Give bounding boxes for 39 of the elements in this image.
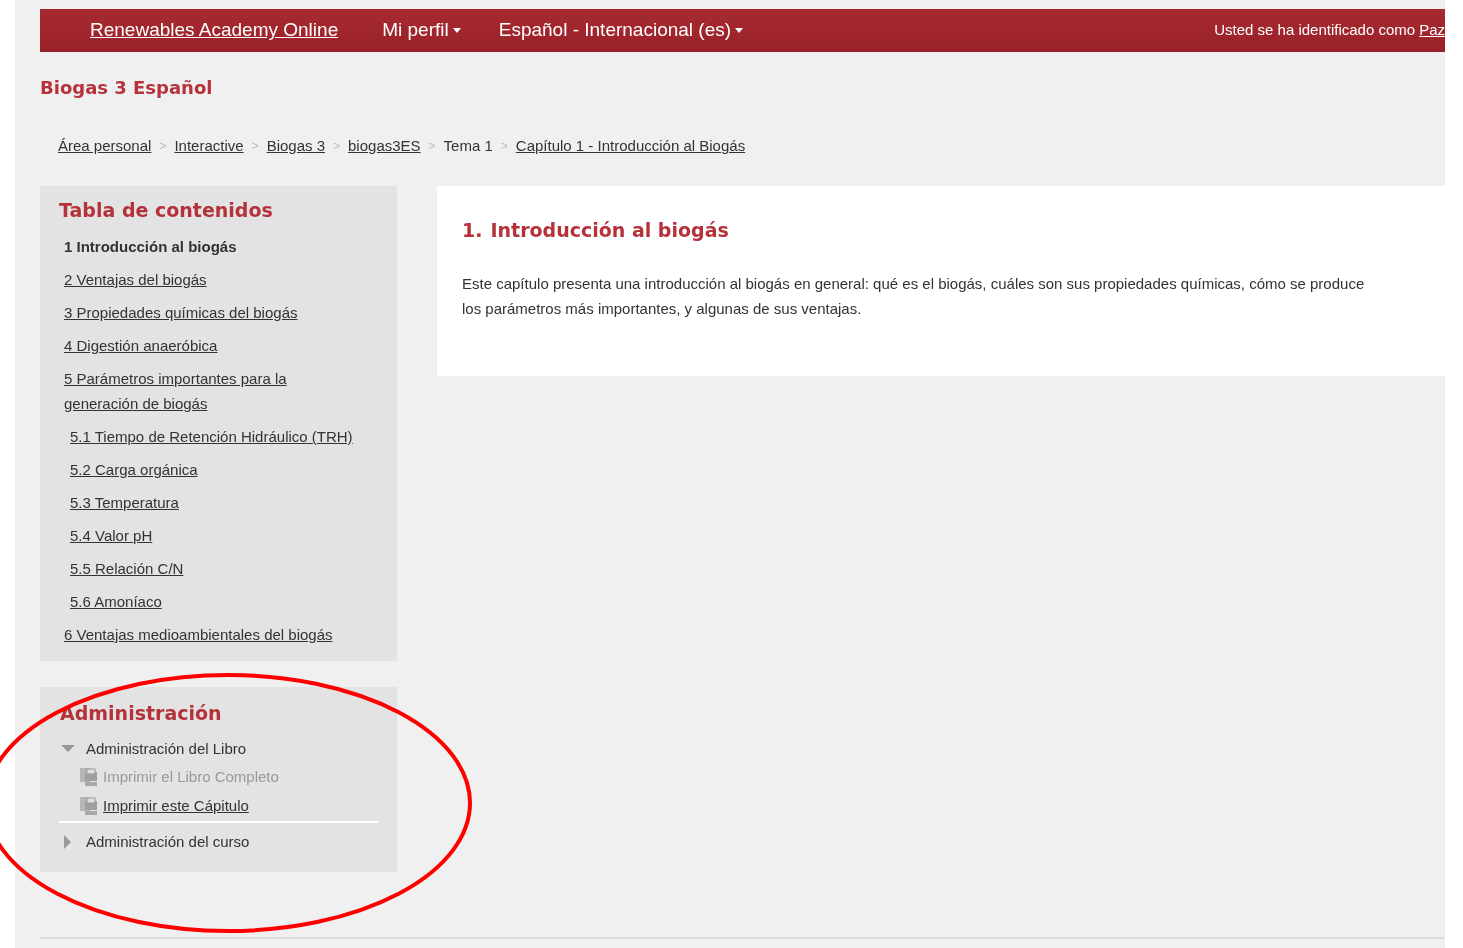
admin-title: Administración — [59, 701, 223, 726]
toc-link[interactable]: 5.3 Temperatura — [70, 490, 179, 515]
menu-dropdown[interactable]: Mi perfil — [382, 16, 461, 45]
brand-link[interactable]: Renewables Academy Online — [90, 16, 339, 45]
admin-section-label[interactable]: Administración del curso — [86, 831, 250, 854]
breadcrumb-separator: > — [251, 138, 259, 156]
breadcrumb-separator: > — [333, 138, 341, 156]
breadcrumb-separator: > — [159, 138, 167, 156]
toc-link[interactable]: 5.2 Carga orgánica — [70, 457, 198, 482]
toc-title: Tabla de contenidos — [58, 197, 274, 223]
user-link[interactable]: Paz — [1419, 19, 1445, 42]
chapter-number: 1. — [462, 217, 483, 243]
toc-link[interactable]: 5.6 Amoníaco — [70, 589, 162, 614]
menu-dropdown[interactable]: Español - Internacional (es) — [498, 16, 744, 45]
course-title: Biogas 3 Español — [40, 76, 214, 100]
breadcrumb-link[interactable]: Interactive — [174, 135, 244, 158]
chapter-text-line: Este capítulo presenta una introducción al biogás en general: qué es el biogás, cuáles son sus propiedades químicas, cómo se produce — [462, 274, 1365, 294]
toc-link[interactable]: 6 Ventajas medioambientales del biogás — [64, 622, 333, 647]
breadcrumb-link[interactable]: Área personal — [58, 135, 152, 158]
admin-link-disabled: Imprimir el Libro Completo — [103, 767, 279, 787]
toc-link[interactable]: 2 Ventajas del biogás — [64, 267, 207, 292]
admin-link[interactable]: Imprimir este Cápitulo — [103, 794, 249, 817]
breadcrumb-link[interactable]: Biogas 3 — [266, 135, 325, 158]
chapter-title: Introducción al biogás — [490, 217, 729, 243]
breadcrumb-link[interactable]: Capítulo 1 - Introducción al Biogás — [515, 135, 746, 158]
toc-current-item: 1 Introducción al biogás — [64, 238, 237, 255]
toc-link[interactable]: 5.1 Tiempo de Retención Hidráulico (TRH) — [70, 424, 353, 449]
chapter-text-line: los parámetros más importantes, y algunas de sus ventajas. — [462, 299, 862, 319]
toc-link[interactable]: 5 Parámetros importantes para la generación de biogás — [64, 366, 364, 416]
toc-link[interactable]: 5.5 Relación C/N — [70, 556, 184, 581]
breadcrumb-separator: > — [500, 138, 508, 156]
toc-link[interactable]: 4 Digestión anaeróbica — [64, 333, 218, 358]
breadcrumb-current: Tema 1 — [443, 136, 493, 156]
toc-link[interactable]: 5.4 Valor pH — [70, 523, 153, 548]
admin-section-label[interactable]: Administración del Libro — [86, 737, 247, 760]
toc-link[interactable]: 3 Propiedades químicas del biogás — [64, 300, 298, 325]
breadcrumb-link[interactable]: biogas3ES — [348, 135, 421, 158]
breadcrumb-separator: > — [428, 138, 436, 156]
login-info: Usted se ha identificado como — [1214, 20, 1416, 41]
